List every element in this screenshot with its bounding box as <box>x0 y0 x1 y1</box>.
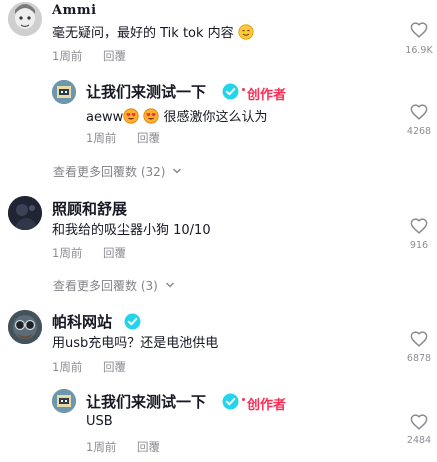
reply-button[interactable]: 回覆 <box>103 48 126 64</box>
avatar[interactable] <box>8 196 42 230</box>
comment-author[interactable]: 让我们来测试一下 <box>86 81 206 102</box>
heart-icon[interactable] <box>410 414 428 430</box>
chevron-down-icon <box>165 282 174 288</box>
comment-author[interactable]: 让我们来测试一下 <box>86 391 206 412</box>
like-count: 2484 <box>406 435 432 446</box>
reply-button[interactable]: 回覆 <box>137 130 160 146</box>
comment-time: 1周前 <box>52 49 83 63</box>
view-more-replies-button[interactable]: 查看更多回覆数 (32) <box>53 163 182 180</box>
reply-button[interactable]: 回覆 <box>103 245 126 261</box>
comment-time: 1周前 <box>86 440 117 454</box>
heart-icon[interactable] <box>410 104 428 120</box>
avatar[interactable] <box>52 389 76 413</box>
comment-text: 毫无疑问，最好的 Tik tok 内容 <box>52 22 254 44</box>
separator-dot <box>242 398 245 401</box>
creator-label: 创作者 <box>247 398 287 413</box>
avatar[interactable] <box>8 2 42 36</box>
heart-icon[interactable] <box>410 22 428 38</box>
comment-time: 1周前 <box>52 246 83 260</box>
comment-text: aeww 很感激你这么认为 <box>86 106 268 128</box>
like-count: 916 <box>409 240 429 251</box>
heart-eyes-emoji-icon <box>123 108 139 128</box>
chevron-down-icon <box>173 168 182 174</box>
avatar[interactable] <box>52 80 76 104</box>
view-more-replies-button[interactable]: 查看更多回覆数 (3) <box>53 277 175 294</box>
like-count: 16.9K <box>405 45 433 56</box>
heart-icon[interactable] <box>410 331 428 347</box>
verified-badge-icon <box>124 313 141 330</box>
separator-dot <box>242 88 245 91</box>
verified-badge-icon <box>222 83 239 100</box>
verified-badge-icon <box>222 393 239 410</box>
comment-time: 1周前 <box>52 360 83 374</box>
comment-text: USB <box>86 414 113 429</box>
heart-icon[interactable] <box>410 218 428 234</box>
comment-author[interactable]: Ammi <box>52 3 97 18</box>
comment-author[interactable]: 帕科网站 <box>52 311 112 332</box>
avatar[interactable] <box>8 310 42 344</box>
comment-text: 用usb充电吗？还是电池供电 <box>52 336 219 351</box>
reply-button[interactable]: 回覆 <box>103 359 126 375</box>
reply-button[interactable]: 回覆 <box>137 439 160 455</box>
comment-text: 和我给的吸尘器小狗 10/10 <box>52 223 211 238</box>
like-count: 6878 <box>406 353 432 364</box>
creator-label: 创作者 <box>247 88 287 103</box>
like-count: 4268 <box>406 126 432 137</box>
comment-author[interactable]: 照顾和舒展 <box>52 198 127 219</box>
heart-eyes-emoji-icon <box>143 108 159 128</box>
smiling-face-emoji-icon <box>238 24 254 44</box>
comment-time: 1周前 <box>86 131 117 145</box>
